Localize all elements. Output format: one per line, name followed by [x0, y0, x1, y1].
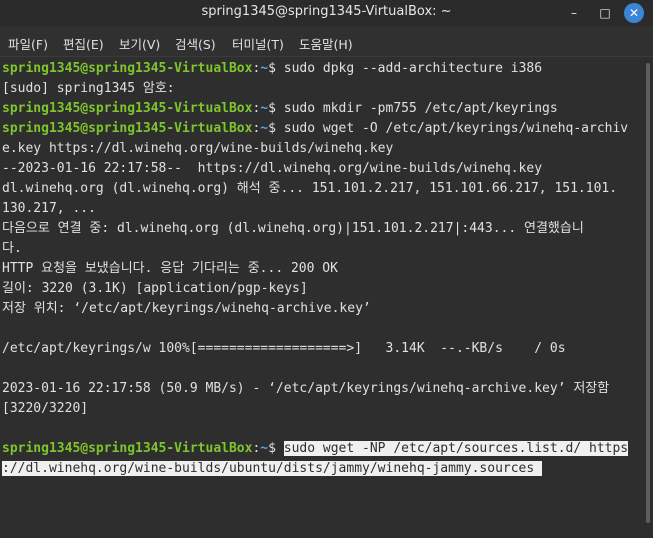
prompt-user-host: spring1345@spring1345-VirtualBox: [2, 121, 253, 136]
menu-help[interactable]: 도움말(H): [299, 34, 353, 53]
prompt-dollar: $: [268, 121, 284, 136]
prompt-dollar: $: [268, 61, 284, 76]
terminal-line: 저장 위치: ‘/etc/apt/keyrings/winehq-archive…: [2, 301, 371, 316]
terminal-line: 130.217, ...: [2, 201, 96, 216]
terminal-line: 길이: 3220 (3.1K) [application/pgp-keys]: [2, 281, 308, 296]
terminal-line: e.key https://dl.winehq.org/wine-builds/…: [2, 141, 394, 156]
terminal-line: dl.winehq.org (dl.winehq.org) 해석 중... 15…: [2, 181, 618, 196]
terminal-line: 2023-01-16 22:17:58 (50.9 MB/s) - ‘/etc/…: [2, 381, 610, 396]
terminal-line: spring1345@spring1345-VirtualBox:~$ sudo…: [2, 60, 542, 78]
minimize-button[interactable]: –: [564, 3, 584, 23]
terminal-line: HTTP 요청을 보냈습니다. 응답 기다리는 중... 200 OK: [2, 261, 338, 276]
prompt-cwd: ~: [260, 61, 269, 76]
terminal-line: [sudo] spring1345 암호:: [2, 81, 175, 96]
prompt-cwd: ~: [260, 121, 269, 136]
terminal-line: 다.: [2, 241, 22, 256]
menu-edit[interactable]: 편집(E): [63, 34, 104, 53]
terminal-line: [3220/3220]: [2, 401, 89, 416]
prompt-cwd: ~: [260, 441, 269, 456]
prompt-dollar: $: [268, 441, 284, 456]
selected-command-text[interactable]: sudo wget -NP /etc/apt/sources.list.d/ h…: [283, 441, 629, 456]
terminal-line: 다음으로 연결 중: dl.winehq.org (dl.winehq.org)…: [2, 221, 584, 236]
menu-bar: 파일(F) 편집(E) 보기(V) 검색(S) 터미널(T) 도움말(H): [0, 26, 653, 57]
prompt-dollar: $: [268, 101, 284, 116]
terminal-line: spring1345@spring1345-VirtualBox:~$ sudo…: [2, 120, 628, 138]
prompt-user-host: spring1345@spring1345-VirtualBox: [2, 61, 253, 76]
command-text: sudo wget -O /etc/apt/keyrings/winehq-ar…: [283, 121, 629, 136]
command-text: sudo mkdir -pm755 /etc/apt/keyrings: [283, 101, 558, 116]
close-button[interactable]: ✕: [624, 3, 644, 23]
scrollbar-thumb[interactable]: [646, 63, 650, 523]
terminal-line: /etc/apt/keyrings/w 100%[===============…: [2, 341, 566, 356]
menu-search[interactable]: 검색(S): [175, 34, 216, 53]
menu-view[interactable]: 보기(V): [119, 34, 160, 53]
terminal-output[interactable]: spring1345@spring1345-VirtualBox:~$ sudo…: [0, 57, 643, 538]
command-text: sudo dpkg --add-architecture i386: [283, 61, 543, 76]
terminal-scrollbar[interactable]: [643, 57, 653, 538]
prompt-cwd: ~: [260, 101, 269, 116]
terminal-line: spring1345@spring1345-VirtualBox:~$ sudo…: [2, 100, 558, 118]
maximize-button[interactable]: □: [595, 3, 615, 23]
terminal-line: --2023-01-16 22:17:58-- https://dl.wineh…: [2, 161, 543, 176]
terminal-line: ://dl.winehq.org/wine-builds/ubuntu/dist…: [2, 460, 543, 478]
menu-terminal[interactable]: 터미널(T): [232, 34, 284, 53]
menu-file[interactable]: 파일(F): [8, 34, 48, 53]
prompt-user-host: spring1345@spring1345-VirtualBox: [2, 101, 253, 116]
window-title: spring1345@spring1345-VirtualBox: ~: [201, 4, 452, 19]
title-bar[interactable]: spring1345@spring1345-VirtualBox: ~ – □ …: [0, 0, 653, 26]
selected-command-text[interactable]: ://dl.winehq.org/wine-builds/ubuntu/dist…: [2, 461, 543, 476]
terminal-window: spring1345@spring1345-VirtualBox: ~ – □ …: [0, 0, 653, 538]
terminal-line: spring1345@spring1345-VirtualBox:~$ sudo…: [2, 440, 629, 458]
prompt-user-host: spring1345@spring1345-VirtualBox: [2, 441, 253, 456]
